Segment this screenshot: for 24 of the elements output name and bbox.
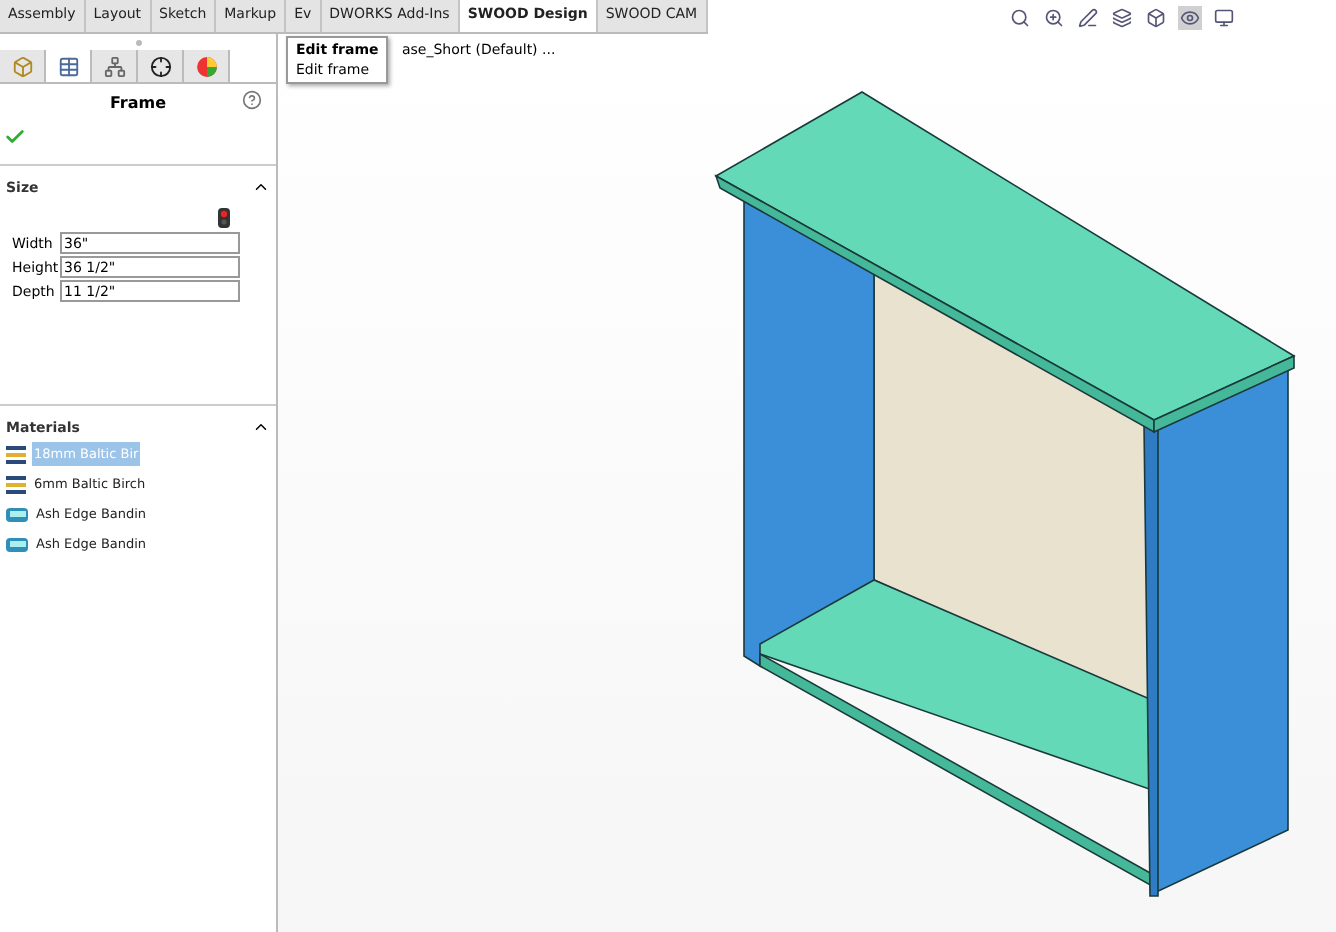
edge-band-icon — [6, 537, 28, 551]
edge-band-icon — [6, 507, 28, 521]
ok-icon[interactable] — [4, 126, 26, 148]
cube-icon[interactable] — [1144, 5, 1168, 29]
layers-icon[interactable] — [1110, 5, 1134, 29]
list-icon — [57, 55, 79, 77]
zoom-icon[interactable] — [1042, 5, 1066, 29]
traffic-light-icon — [218, 208, 230, 228]
color-ball-icon — [195, 55, 217, 77]
eye-icon[interactable] — [1178, 5, 1202, 29]
board-stack-icon — [6, 475, 26, 493]
tree-icon — [103, 55, 125, 77]
help-icon[interactable] — [242, 90, 262, 110]
pencil-icon[interactable] — [1076, 5, 1100, 29]
search-icon[interactable] — [1008, 5, 1032, 29]
board-stack-icon — [6, 445, 26, 463]
panel-tab[interactable] — [138, 50, 184, 82]
crosshair-icon — [149, 55, 171, 77]
grip-dot — [135, 39, 141, 45]
panel-title: Frame — [109, 94, 167, 112]
collapse-icon[interactable] — [252, 178, 270, 196]
part-icon — [11, 55, 33, 77]
monitor-icon[interactable] — [1212, 5, 1236, 29]
collapse-icon[interactable] — [252, 418, 270, 436]
